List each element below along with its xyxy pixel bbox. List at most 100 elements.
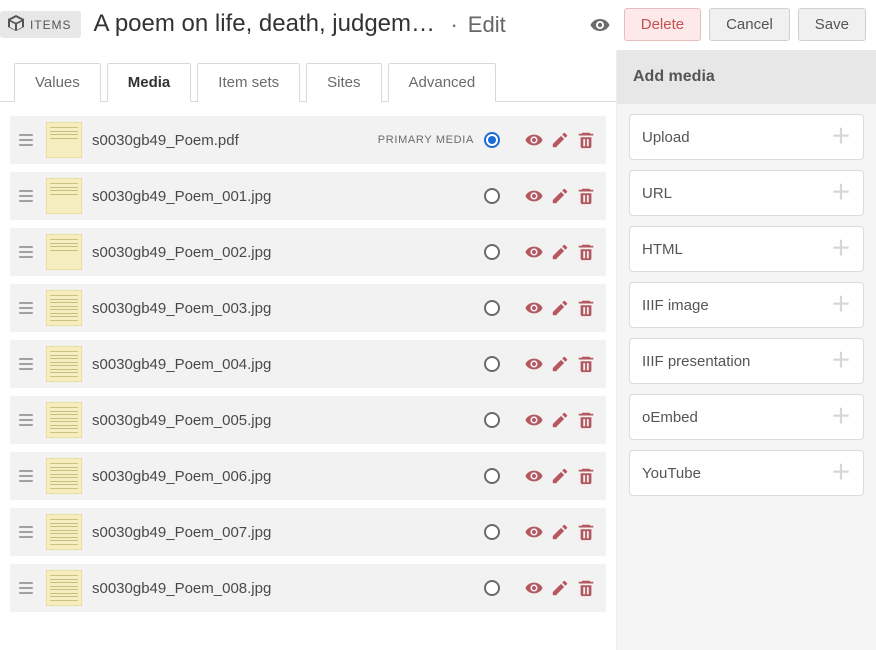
media-thumbnail[interactable]: [46, 346, 82, 382]
cancel-button[interactable]: Cancel: [709, 8, 790, 41]
edit-icon[interactable]: [550, 354, 570, 374]
delete-icon[interactable]: [576, 354, 596, 374]
tab-sites[interactable]: Sites: [306, 63, 381, 102]
primary-media-label: PRIMARY MEDIA: [378, 134, 474, 146]
primary-media-radio[interactable]: [484, 524, 500, 540]
view-icon[interactable]: [524, 242, 544, 262]
tab-values[interactable]: Values: [14, 63, 101, 102]
primary-media-radio[interactable]: [484, 244, 500, 260]
delete-icon[interactable]: [576, 130, 596, 150]
view-icon[interactable]: [524, 186, 544, 206]
media-row: s0030gb49_Poem_003.jpg: [10, 284, 606, 332]
media-filename[interactable]: s0030gb49_Poem_001.jpg: [92, 188, 474, 205]
edit-icon[interactable]: [550, 410, 570, 430]
sidebar: Add media Upload＋URL＋HTML＋IIIF image＋III…: [616, 50, 876, 650]
media-filename[interactable]: s0030gb49_Poem.pdf: [92, 132, 368, 149]
drag-handle-icon[interactable]: [16, 410, 36, 430]
media-thumbnail[interactable]: [46, 290, 82, 326]
add-media-options: Upload＋URL＋HTML＋IIIF image＋IIIF presenta…: [617, 104, 876, 516]
primary-media-radio[interactable]: [484, 356, 500, 372]
edit-icon[interactable]: [550, 522, 570, 542]
primary-media-radio[interactable]: [484, 188, 500, 204]
breadcrumb-items[interactable]: ITEMS: [0, 11, 81, 38]
media-list: s0030gb49_Poem.pdfPRIMARY MEDIAs0030gb49…: [0, 102, 616, 630]
add-media-option-label: URL: [642, 185, 672, 202]
media-filename[interactable]: s0030gb49_Poem_004.jpg: [92, 356, 474, 373]
drag-handle-icon[interactable]: [16, 522, 36, 542]
media-filename[interactable]: s0030gb49_Poem_002.jpg: [92, 244, 474, 261]
delete-icon[interactable]: [576, 242, 596, 262]
media-row-actions: [524, 410, 596, 430]
media-thumbnail[interactable]: [46, 122, 82, 158]
view-public-icon[interactable]: [584, 15, 616, 35]
drag-handle-icon[interactable]: [16, 186, 36, 206]
drag-handle-icon[interactable]: [16, 242, 36, 262]
primary-media-radio[interactable]: [484, 132, 500, 148]
add-media-option-iiif-image[interactable]: IIIF image＋: [629, 282, 864, 328]
edit-icon[interactable]: [550, 130, 570, 150]
delete-icon[interactable]: [576, 410, 596, 430]
media-row: s0030gb49_Poem_004.jpg: [10, 340, 606, 388]
breadcrumb-label: ITEMS: [30, 18, 71, 32]
drag-handle-icon[interactable]: [16, 354, 36, 374]
media-row: s0030gb49_Poem.pdf PRIMARY MEDIA: [10, 116, 606, 164]
media-thumbnail[interactable]: [46, 570, 82, 606]
edit-icon[interactable]: [550, 466, 570, 486]
add-media-option-label: Upload: [642, 129, 690, 146]
delete-icon[interactable]: [576, 298, 596, 318]
delete-button[interactable]: Delete: [624, 8, 701, 41]
view-icon[interactable]: [524, 466, 544, 486]
edit-icon[interactable]: [550, 186, 570, 206]
media-filename[interactable]: s0030gb49_Poem_005.jpg: [92, 412, 474, 429]
add-media-option-oembed[interactable]: oEmbed＋: [629, 394, 864, 440]
drag-handle-icon[interactable]: [16, 466, 36, 486]
media-thumbnail[interactable]: [46, 234, 82, 270]
view-icon[interactable]: [524, 298, 544, 318]
plus-icon: ＋: [831, 295, 851, 315]
media-thumbnail[interactable]: [46, 514, 82, 550]
view-icon[interactable]: [524, 522, 544, 542]
drag-handle-icon[interactable]: [16, 578, 36, 598]
view-icon[interactable]: [524, 130, 544, 150]
view-icon[interactable]: [524, 354, 544, 374]
media-thumbnail[interactable]: [46, 402, 82, 438]
add-media-option-upload[interactable]: Upload＋: [629, 114, 864, 160]
media-thumbnail[interactable]: [46, 178, 82, 214]
view-icon[interactable]: [524, 410, 544, 430]
tab-advanced[interactable]: Advanced: [388, 63, 497, 102]
view-icon[interactable]: [524, 578, 544, 598]
add-media-option-url[interactable]: URL＋: [629, 170, 864, 216]
edit-icon[interactable]: [550, 578, 570, 598]
add-media-option-iiif-presentation[interactable]: IIIF presentation＋: [629, 338, 864, 384]
delete-icon[interactable]: [576, 466, 596, 486]
drag-handle-icon[interactable]: [16, 298, 36, 318]
plus-icon: ＋: [831, 351, 851, 371]
delete-icon[interactable]: [576, 578, 596, 598]
save-button[interactable]: Save: [798, 8, 866, 41]
media-filename[interactable]: s0030gb49_Poem_003.jpg: [92, 300, 474, 317]
media-row: s0030gb49_Poem_008.jpg: [10, 564, 606, 612]
add-media-option-youtube[interactable]: YouTube＋: [629, 450, 864, 496]
page-header: ITEMS A poem on life, death, judgeme… · …: [0, 0, 876, 50]
tab-item-sets[interactable]: Item sets: [197, 63, 300, 102]
title-separator: ·: [450, 12, 457, 38]
primary-media-radio[interactable]: [484, 300, 500, 316]
edit-icon[interactable]: [550, 298, 570, 318]
primary-media-radio[interactable]: [484, 412, 500, 428]
plus-icon: ＋: [831, 239, 851, 259]
add-media-option-html[interactable]: HTML＋: [629, 226, 864, 272]
media-filename[interactable]: s0030gb49_Poem_006.jpg: [92, 468, 474, 485]
media-filename[interactable]: s0030gb49_Poem_007.jpg: [92, 524, 474, 541]
edit-icon[interactable]: [550, 242, 570, 262]
tabs: ValuesMediaItem setsSitesAdvanced: [0, 50, 616, 102]
drag-handle-icon[interactable]: [16, 130, 36, 150]
media-row-actions: [524, 298, 596, 318]
primary-media-radio[interactable]: [484, 468, 500, 484]
tab-media[interactable]: Media: [107, 63, 192, 102]
media-filename[interactable]: s0030gb49_Poem_008.jpg: [92, 580, 474, 597]
delete-icon[interactable]: [576, 186, 596, 206]
media-thumbnail[interactable]: [46, 458, 82, 494]
plus-icon: ＋: [831, 463, 851, 483]
primary-media-radio[interactable]: [484, 580, 500, 596]
delete-icon[interactable]: [576, 522, 596, 542]
